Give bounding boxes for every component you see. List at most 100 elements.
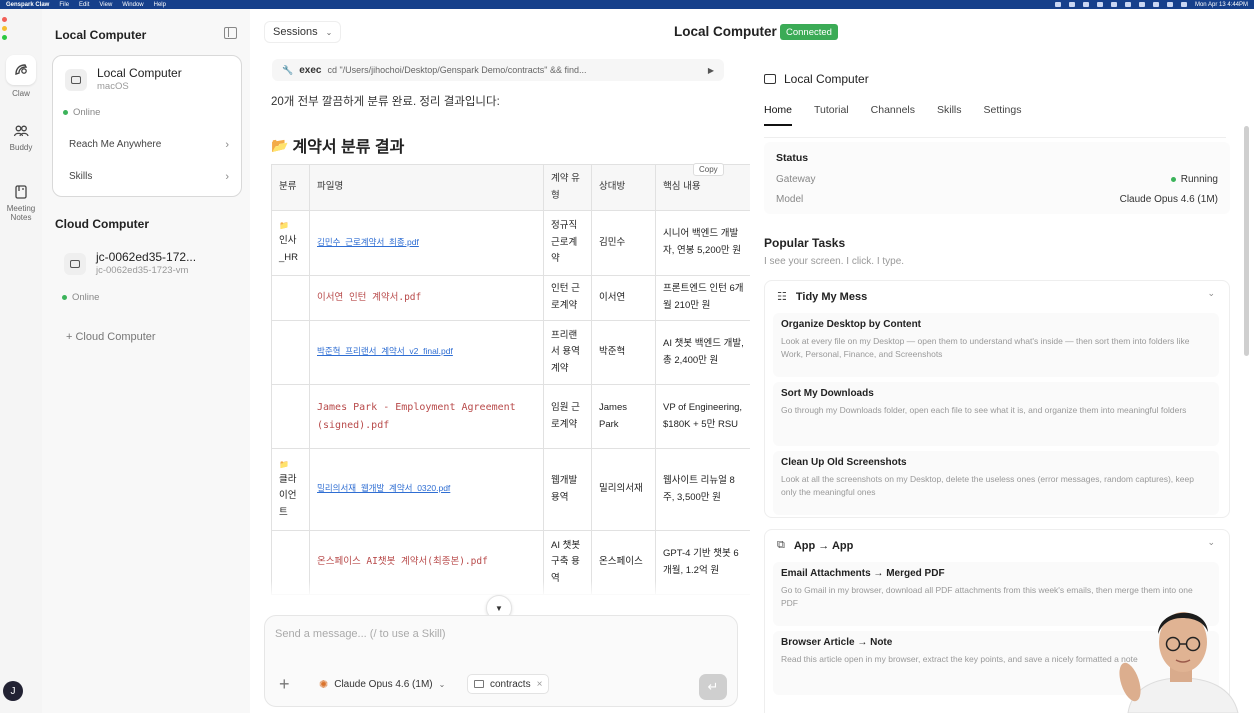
minimize-window-icon[interactable] xyxy=(2,26,7,31)
table-row: 📁 인사_HR 김민수_근로계약서_최종.pdf 정규직 근로계약 김민수 시니어… xyxy=(271,210,752,276)
battery-icon[interactable] xyxy=(1180,2,1187,7)
chevron-right-icon: › xyxy=(225,171,229,183)
expand-arrow-icon[interactable]: ▶ xyxy=(708,66,714,75)
type-cell: 프리랜서 용역 계약 xyxy=(543,320,592,385)
category-cell: 📁 인사_HR xyxy=(271,210,310,276)
app-rail: Claw Buddy Meeting Notes J xyxy=(0,9,42,713)
cloud-computer-icon xyxy=(64,253,86,275)
status-icon[interactable] xyxy=(1096,2,1103,7)
local-machine-card[interactable]: Local Computer macOS Online Reach Me Any… xyxy=(52,55,242,197)
add-attachment-button[interactable]: + xyxy=(279,674,290,695)
menu-view[interactable]: View xyxy=(99,2,112,8)
tab-tutorial[interactable]: Tutorial xyxy=(814,104,849,126)
exec-tool-call[interactable]: 🔧 exec cd "/Users/jihochoi/Desktop/Gensp… xyxy=(272,59,724,81)
task-title: Organize Desktop by Content xyxy=(781,319,922,330)
menu-window[interactable]: Window xyxy=(122,2,143,8)
task-card[interactable]: Organize Desktop by Content Look at ever… xyxy=(773,313,1219,377)
menubar-clock[interactable]: Mon Apr 13 4:44PM xyxy=(1195,2,1248,8)
computer-icon xyxy=(65,69,87,91)
status-icon[interactable] xyxy=(1152,2,1159,7)
message-input[interactable]: Send a message... (/ to use a Skill) xyxy=(275,628,446,640)
task-description: Go through my Downloads folder, open eac… xyxy=(781,405,1187,415)
status-icon[interactable] xyxy=(1110,2,1117,7)
file-link[interactable]: 박준혁_프리랜서_계약서_v2_final.pdf xyxy=(317,346,453,356)
group-header[interactable]: ⧉ App → App xyxy=(777,539,853,552)
avatar[interactable]: J xyxy=(3,681,23,701)
local-computer-heading: Local Computer xyxy=(55,28,147,42)
menu-bar: Genspark Claw File Edit View Window Help… xyxy=(0,0,1254,9)
rail-item-meeting-notes[interactable]: Meeting Notes xyxy=(0,184,42,222)
status-icon[interactable] xyxy=(1082,2,1089,7)
party-cell: 밀리의서재 xyxy=(591,448,656,531)
file-link[interactable]: 밀리의서재_웹개발_계약서_0320.pdf xyxy=(317,483,450,493)
online-dot-icon xyxy=(62,295,67,300)
tab-settings[interactable]: Settings xyxy=(984,104,1022,126)
status-icon[interactable] xyxy=(1054,2,1061,7)
close-window-icon[interactable] xyxy=(2,17,7,22)
gateway-value: Running xyxy=(1170,174,1218,185)
tab-home[interactable]: Home xyxy=(764,104,793,126)
table-row: James Park - Employment Agreement (signe… xyxy=(271,384,752,449)
summary-cell: 웹사이트 리뉴얼 8주, 3,500만 원 xyxy=(655,448,752,531)
copy-table-button[interactable]: Copy xyxy=(693,163,724,176)
sessions-dropdown[interactable]: Sessions ⌄ xyxy=(264,21,342,43)
chevron-down-icon[interactable]: ⌄ xyxy=(1207,288,1215,299)
tab-channels[interactable]: Channels xyxy=(871,104,915,126)
rail-item-buddy[interactable]: Buddy xyxy=(0,123,42,152)
menu-help[interactable]: Help xyxy=(154,2,166,8)
column-header: 분류 xyxy=(271,164,310,211)
machine-status: Online xyxy=(63,107,100,118)
menu-edit[interactable]: Edit xyxy=(79,2,89,8)
task-card[interactable]: Clean Up Old Screenshots Look at all the… xyxy=(773,451,1219,515)
online-dot-icon xyxy=(63,110,68,115)
folder-icon: 📁 xyxy=(279,221,289,231)
remove-context-icon[interactable]: × xyxy=(537,679,543,690)
file-name[interactable]: 이서연 인턴 계약서.pdf xyxy=(317,292,421,303)
machines-sidebar: Local Computer Local Computer macOS Onli… xyxy=(42,9,250,713)
app-switch-icon: ⧉ xyxy=(777,539,785,551)
skills-link[interactable]: Skills › xyxy=(69,171,229,183)
model-selector[interactable]: ✺ Claude Opus 4.6 (1M) ⌄ xyxy=(319,678,445,691)
zoom-window-icon[interactable] xyxy=(2,35,7,40)
link-label: Skills xyxy=(69,171,93,182)
file-link[interactable]: 김민수_근로계약서_최종.pdf xyxy=(317,237,419,247)
context-folder-chip[interactable]: contracts × xyxy=(467,674,550,694)
status-icon[interactable] xyxy=(1124,2,1131,7)
folder-icon: 📂 xyxy=(271,136,289,153)
group-header[interactable]: ☷ Tidy My Mess xyxy=(777,290,867,304)
file-cell: 박준혁_프리랜서_계약서_v2_final.pdf xyxy=(309,320,544,385)
tab-skills[interactable]: Skills xyxy=(937,104,962,126)
cloud-machine-card[interactable]: jc-0062ed35-172... jc-0062ed35-1723-vm O… xyxy=(52,241,242,313)
file-name[interactable]: James Park - Employment Agreement (signe… xyxy=(317,402,516,431)
add-cloud-computer-button[interactable]: + Cloud Computer xyxy=(66,331,156,343)
file-name[interactable]: 온스페이스 AI챗봇 계약서(최종본).pdf xyxy=(317,556,488,567)
send-button[interactable]: ↵ xyxy=(699,674,727,700)
sidebar-toggle-icon[interactable] xyxy=(224,27,237,39)
rail-label-notes: Notes xyxy=(10,213,32,222)
task-title: Browser Article → Note xyxy=(781,637,893,648)
rail-item-claw[interactable]: Claw xyxy=(0,55,42,98)
cloud-computer-heading: Cloud Computer xyxy=(55,217,149,231)
panel-tabs: Home Tutorial Channels Skills Settings xyxy=(764,104,1021,126)
popular-tasks-heading: Popular Tasks xyxy=(764,236,846,250)
panel-scrollbar[interactable] xyxy=(1244,126,1249,356)
cloud-machine-id: jc-0062ed35-1723-vm xyxy=(96,265,189,276)
machine-os: macOS xyxy=(97,81,129,92)
chevron-down-icon[interactable]: ⌄ xyxy=(1207,537,1215,548)
category-cell xyxy=(271,275,310,321)
gateway-label: Gateway xyxy=(776,174,816,185)
status-icon[interactable] xyxy=(1068,2,1075,7)
wifi-icon[interactable] xyxy=(1166,2,1173,7)
status-icon[interactable] xyxy=(1138,2,1145,7)
task-title: Sort My Downloads xyxy=(781,388,874,399)
column-header: 계약 유형 xyxy=(543,164,592,211)
chat-pane: Sessions ⌄ 🔧 exec cd "/Users/jihochoi/De… xyxy=(250,9,752,713)
menu-app-name[interactable]: Genspark Claw xyxy=(6,2,49,8)
reach-me-anywhere-link[interactable]: Reach Me Anywhere › xyxy=(69,139,229,151)
gateway-status: Running xyxy=(1180,174,1218,185)
menu-file[interactable]: File xyxy=(59,2,69,8)
enter-arrow-icon: ↵ xyxy=(707,679,719,694)
cloud-machine-status: Online xyxy=(62,292,99,303)
model-value: Claude Opus 4.6 (1M) xyxy=(1119,194,1218,205)
task-card[interactable]: Sort My Downloads Go through my Download… xyxy=(773,382,1219,446)
